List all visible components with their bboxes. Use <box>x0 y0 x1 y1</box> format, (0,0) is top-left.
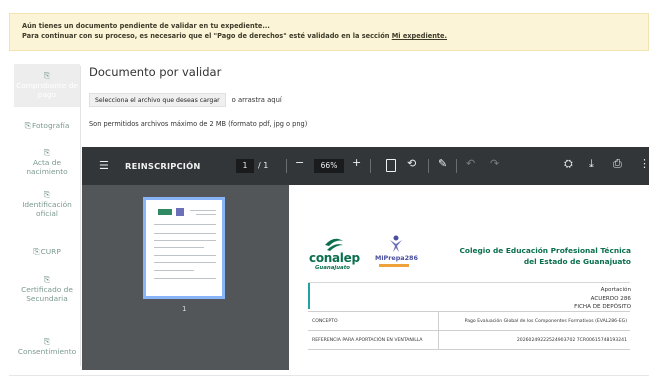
menu-icon[interactable]: ☰ <box>99 159 109 172</box>
payment-table: CONCEPTO Pago Evaluación Global de los C… <box>308 311 630 350</box>
sidebar-item-curp[interactable]: ⎘CURP <box>14 247 80 257</box>
document-icon: ⎘ <box>43 190 51 199</box>
table-cell-label: CONCEPTO <box>308 312 439 330</box>
sidebar-item-label: Certificado de Secundaria <box>21 285 73 303</box>
sidebar-item-label: Consentimiento <box>17 347 77 356</box>
miprepa-logo: MiPrepa286 <box>375 235 419 271</box>
table-cell-label: REFERENCIA PARA APORTACIÓN EN VENTANILLA <box>308 331 439 349</box>
header-divider <box>308 282 630 283</box>
document-icon: ⎘ <box>43 337 51 346</box>
mi-expediente-link[interactable]: Mi expediente. <box>392 32 447 40</box>
document-icon: ⎘ <box>43 275 51 284</box>
thumbnail-line <box>154 240 216 241</box>
fee-line-1: Aportación <box>600 287 631 293</box>
sidebar-item-label: Acta de nacimiento <box>26 158 68 176</box>
accent-bar <box>308 283 310 309</box>
thumbnail-logo <box>176 208 184 216</box>
thumbnail-line <box>154 224 216 225</box>
sidebar-item-acta-de-nacimiento[interactable]: ⎘ Acta de nacimiento <box>14 148 80 176</box>
thumbnail-line <box>154 255 216 256</box>
add-signature-icon[interactable]: ⛭ <box>564 157 573 171</box>
conalep-logo-subtitle: Guanajuato <box>315 265 350 271</box>
sidebar-item-comprobante-de-pago[interactable]: ⎘ Comprobante de pago <box>14 64 80 107</box>
thumbnail-line <box>154 278 216 279</box>
page-number-input[interactable]: 1 <box>236 159 254 173</box>
college-name-line-2: del Estado de Guanajuato <box>523 257 631 266</box>
page: Aún tienes un documento pendiente de val… <box>0 0 657 385</box>
toolbar-divider <box>428 159 429 173</box>
page-thumbnail[interactable] <box>143 197 225 299</box>
thumbnail-line <box>196 214 216 215</box>
file-size-hint: Son permitidos archivos máximo de 2 MB (… <box>89 120 308 128</box>
zoom-in-icon[interactable]: + <box>352 156 361 169</box>
thumbnail-page-number: 1 <box>182 305 187 313</box>
fee-header: Aportación ACUERDO 286 FICHA DE DEPÓSITO <box>574 286 631 312</box>
conalep-logo-text: conalep <box>309 251 360 265</box>
miprepa-figure-icon <box>390 235 402 252</box>
table-cell-value: 20260249222524903702 7CR00615748193241 <box>516 338 627 343</box>
document-title: REINSCRIPCIÓN <box>125 161 201 171</box>
bottom-divider <box>9 375 649 376</box>
zoom-out-icon[interactable]: − <box>295 156 304 169</box>
drag-drop-text: o arrastra aquí <box>231 96 282 104</box>
thumbnail-line <box>154 270 194 271</box>
table-row: REFERENCIA PARA APORTACIÓN EN VENTANILLA… <box>308 331 630 350</box>
alert-line-2: Para continuar con su proceso, es necesa… <box>22 31 636 41</box>
rotate-icon[interactable]: ⟲ <box>407 157 416 170</box>
redo-icon[interactable]: ↷ <box>490 157 499 170</box>
college-name-line-1: Colegio de Educación Profesional Técnica <box>459 246 631 255</box>
alert-line-2-text: Para continuar con su proceso, es necesa… <box>22 32 390 40</box>
pending-document-alert: Aún tienes un documento pendiente de val… <box>9 13 649 51</box>
thumbnail-logo <box>158 209 172 215</box>
more-icon[interactable]: ⋮ <box>639 157 649 170</box>
annotate-icon[interactable]: ✎ <box>438 157 447 170</box>
zoom-level-input[interactable]: 66% <box>314 159 344 173</box>
conalep-logo-mark <box>325 238 343 251</box>
sidebar-item-certificado-de-secundaria[interactable]: ⎘ Certificado de Secundaria <box>14 275 80 303</box>
sidebar-item-consentimiento[interactable]: ⎘ Consentimiento <box>14 337 80 356</box>
sidebar-item-fotografia[interactable]: ⎘Fotografía <box>14 121 80 131</box>
pdf-viewer: ☰ REINSCRIPCIÓN 1 / 1 − 66% + ⟲ ✎ ↶ ↷ ⛭ … <box>82 147 649 370</box>
choose-file-button[interactable]: Selecciona el archivo que deseas cargar <box>89 93 226 107</box>
toolbar-divider <box>370 159 371 173</box>
thumbnail-line <box>154 247 204 248</box>
page-title: Documento por validar <box>89 65 222 79</box>
document-sidebar: ⎘ Comprobante de pago ⎘Fotografía ⎘ Acta… <box>14 64 80 370</box>
sidebar-item-identificacion-oficial[interactable]: ⎘ Identificación oficial <box>14 190 80 218</box>
download-icon[interactable]: ⤓ <box>589 157 594 171</box>
toolbar-divider <box>286 159 287 173</box>
undo-icon[interactable]: ↶ <box>466 157 475 170</box>
alert-line-1: Aún tienes un documento pendiente de val… <box>22 22 270 30</box>
college-name: Colegio de Educación Profesional Técnica… <box>459 245 631 267</box>
file-upload-row: Selecciona el archivo que deseas cargar … <box>89 93 282 107</box>
sidebar-divider <box>80 66 81 366</box>
miprepa-logo-text: MiPrepa286 <box>375 254 418 262</box>
toolbar-divider <box>456 159 457 173</box>
pdf-toolbar: ☰ REINSCRIPCIÓN 1 / 1 − 66% + ⟲ ✎ ↶ ↷ ⛭ … <box>82 147 649 185</box>
page-total: / 1 <box>258 161 269 170</box>
fee-line-2: ACUERDO 286 <box>590 295 631 302</box>
thumbnail-line <box>190 210 216 211</box>
document-icon: ⎘ <box>33 247 40 256</box>
thumbnail-line <box>154 233 216 234</box>
table-row: CONCEPTO Pago Evaluación Global de los C… <box>308 312 630 331</box>
thumbnail-line <box>154 262 216 263</box>
print-icon[interactable]: ⎙ <box>613 157 622 171</box>
sidebar-item-label: CURP <box>40 247 61 256</box>
document-icon: ⎘ <box>24 121 32 130</box>
document-icon: ⎘ <box>43 71 51 80</box>
sidebar-item-label: Fotografía <box>32 121 70 130</box>
sidebar-item-label: Comprobante de pago <box>16 81 78 99</box>
document-page: conalep Guanajuato MiPrepa286 Colegio de… <box>289 185 649 370</box>
sidebar-item-label: Identificación oficial <box>22 200 72 218</box>
fit-page-icon[interactable] <box>386 159 396 172</box>
table-cell-value: Pago Evaluación Global de los Componente… <box>464 319 627 324</box>
document-icon: ⎘ <box>43 148 51 157</box>
miprepa-logo-bar <box>379 264 409 267</box>
